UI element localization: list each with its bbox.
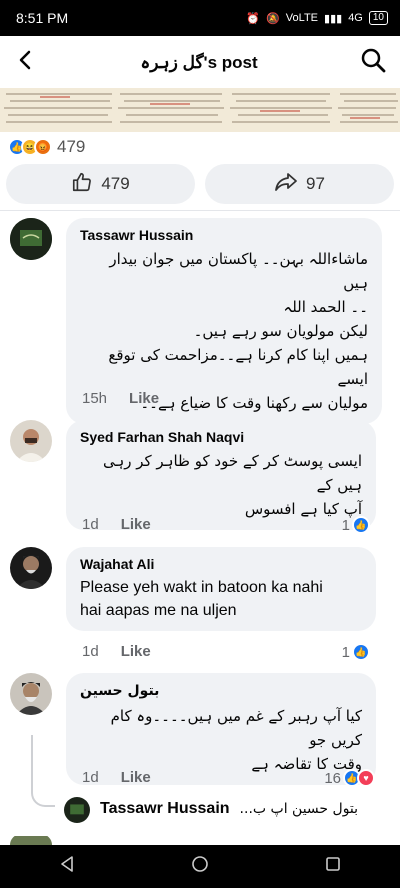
comment-meta: 1d Like (82, 516, 151, 533)
love-reaction-icon: ♥ (357, 769, 375, 787)
reaction-summary[interactable]: 👍 😆 😡 479 (8, 136, 85, 158)
comment-line: ایسی پوسٹ کر کے خود کو ظاہر کر رہی ہیں ک… (102, 452, 362, 494)
comment-meta: 15h Like (82, 390, 159, 407)
comment-reaction-count: 1 (341, 643, 350, 661)
angry-reaction-icon: 😡 (34, 138, 52, 156)
like-reaction-icon: 👍 (352, 643, 370, 661)
alarm-icon: ⏰ (246, 12, 261, 25)
comment-line: Please yeh wakt in batoon ka nahi (80, 579, 323, 596)
nav-recents-icon[interactable] (324, 855, 342, 878)
comment-meta: 1d Like (82, 769, 151, 786)
reply-author[interactable]: Tassawr Hussain (100, 800, 230, 818)
comment-text: Please yeh wakt in batoon ka nahi hai aa… (80, 576, 362, 622)
comment-line: ماشاءاللہ بہن۔۔ پاکستان میں جوان بیدار ہ… (109, 250, 368, 292)
comment-meta: 1d Like (82, 643, 151, 660)
comment-time: 15h (82, 390, 108, 407)
commenter-name[interactable]: Syed Farhan Shah Naqvi (80, 429, 362, 445)
search-icon[interactable] (360, 47, 386, 78)
thumbs-up-icon (71, 171, 93, 198)
comment-reactions[interactable]: 1 👍 (342, 643, 370, 661)
comment-like-button[interactable]: Like (121, 643, 151, 660)
avatar[interactable] (10, 673, 52, 715)
comment-reaction-count: 1 (341, 516, 350, 534)
comment-like-button[interactable]: Like (121, 769, 151, 786)
comment-reactions[interactable]: 1 👍 (342, 516, 370, 534)
mute-icon: 🔕 (266, 12, 280, 25)
share-button[interactable]: 97 (205, 164, 394, 204)
signal-icon: ▮▮▮ (324, 12, 343, 25)
comment-line: لیکن مولویان سو رہے ہیں۔ (193, 322, 368, 340)
comment-time: 1d (82, 643, 99, 660)
battery-icon: 10 (368, 11, 388, 25)
post-header: گل زہرہ's post (0, 36, 400, 88)
post-image[interactable] (0, 88, 400, 132)
nav-back-icon[interactable] (58, 855, 76, 878)
commenter-name[interactable]: Wajahat Ali (80, 556, 362, 572)
commenter-name[interactable]: Tassawr Hussain (80, 227, 368, 243)
avatar[interactable] (10, 218, 52, 260)
back-arrow-icon[interactable] (14, 48, 38, 77)
reply-snippet: بتول حسین اپ ب... (239, 801, 359, 817)
page-title: گل زہرہ's post (140, 52, 258, 72)
commenter-name[interactable]: بتول حسین (80, 682, 362, 700)
reply-preview[interactable]: Tassawr Hussain بتول حسین اپ ب... (100, 800, 396, 818)
reply-thread-line (31, 735, 55, 807)
comment-reaction-count: 16 (324, 769, 341, 787)
comment-like-button[interactable]: Like (121, 516, 151, 533)
comment-bubble[interactable]: Wajahat Ali Please yeh wakt in batoon ka… (66, 547, 376, 631)
like-count: 479 (101, 174, 130, 193)
share-arrow-icon (274, 171, 298, 198)
comment-text: ایسی پوسٹ کر کے خود کو ظاہر کر رہی ہیں ک… (80, 449, 362, 521)
like-button[interactable]: 479 (6, 164, 195, 204)
comment-line: ۔۔ الحمد اللہ (283, 298, 368, 316)
comment-time: 1d (82, 516, 99, 533)
nav-home-icon[interactable] (191, 855, 209, 878)
avatar[interactable] (10, 420, 52, 462)
comment-line: ہمیں اپنا کام کرنا ہے۔۔مزاحمت کی توقع ای… (108, 346, 368, 388)
avatar[interactable] (10, 834, 52, 845)
signal-type: 4G (348, 12, 363, 24)
comment-like-button[interactable]: Like (129, 390, 159, 407)
comment-line: کیا آپ رہبر کے غم میں ہیں۔۔۔۔وہ کام کریں… (110, 707, 362, 749)
comment-bubble[interactable]: Syed Farhan Shah Naqvi ایسی پوسٹ کر کے خ… (66, 420, 376, 530)
comment-reactions[interactable]: 16 👍 ♥ (324, 769, 375, 787)
share-count: 97 (306, 174, 325, 193)
status-bar: 8:51 PM ⏰ 🔕 VoLTE ▮▮▮ 4G 10 (0, 0, 400, 36)
status-icons: ⏰ 🔕 VoLTE ▮▮▮ 4G 10 (246, 11, 388, 25)
comment-line: hai aapas me na uljen (80, 602, 237, 619)
network-label: VoLTE (285, 12, 319, 24)
system-nav-bar (0, 845, 400, 888)
comment-time: 1d (82, 769, 99, 786)
status-time: 8:51 PM (16, 10, 69, 26)
reply-avatar[interactable] (64, 797, 90, 823)
avatar[interactable] (10, 547, 52, 589)
divider (0, 210, 400, 211)
like-reaction-icon: 👍 (352, 516, 370, 534)
reaction-count: 479 (57, 137, 86, 156)
comment-text: کیا آپ رہبر کے غم میں ہیں۔۔۔۔وہ کام کریں… (80, 704, 362, 776)
